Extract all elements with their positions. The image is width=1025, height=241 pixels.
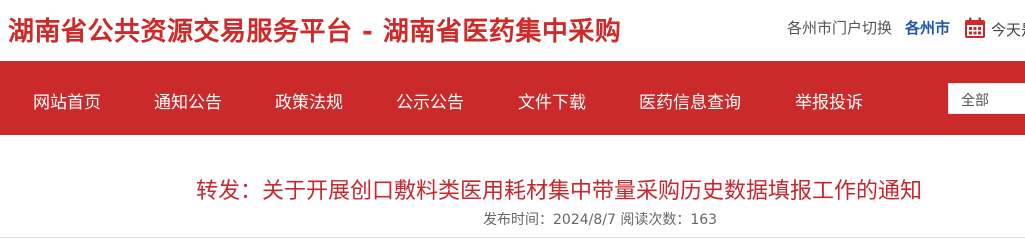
site-title: 湖南省公共资源交易服务平台 - 湖南省医药集中采购 [8,17,622,47]
calendar-icon [965,17,985,38]
article-area: 转发：关于开展创口敷料类医用耗材集中带量采购历史数据填报工作的通知 发布时间：2… [0,135,1025,241]
article-meta: 发布时间：2024/8/7 阅读次数：163 [483,212,718,228]
nav-item-policies[interactable]: 政策法规 [275,88,343,113]
search-scope-select[interactable]: 全部 [948,83,1025,114]
main-nav: 网站首页 通知公告 政策法规 公示公告 文件下载 医药信息查询 举报投诉 全部 [0,61,1025,135]
portal-switch-label: 各州市门户切换 [787,19,893,37]
search-scope-value: 全部 [961,93,989,109]
divider [0,237,1025,238]
site-header: 湖南省公共资源交易服务平台 - 湖南省医药集中采购 各州市门户切换 各州市 今天… [0,0,1025,61]
nav-item-downloads[interactable]: 文件下载 [518,88,586,113]
nav-item-drug-info[interactable]: 医药信息查询 [639,88,741,113]
city-portal-link[interactable]: 各州市 [905,17,950,38]
nav-item-notices[interactable]: 通知公告 [154,88,222,113]
today-label: 今天是 [991,21,1025,39]
nav-item-home[interactable]: 网站首页 [33,88,101,113]
nav-item-announcements[interactable]: 公示公告 [396,88,464,113]
article-title: 转发：关于开展创口敷料类医用耗材集中带量采购历史数据填报工作的通知 [196,179,923,204]
nav-item-report[interactable]: 举报投诉 [795,88,863,113]
